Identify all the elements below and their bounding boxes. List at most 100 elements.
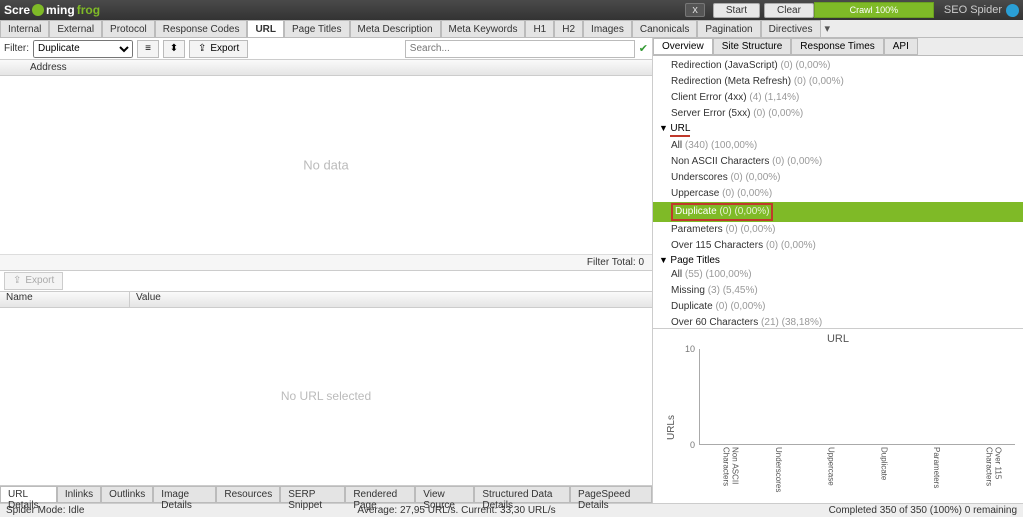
title-bar: Scremingfrog x Start Clear Crawl 100% SE…: [0, 0, 1023, 20]
tree-row[interactable]: Missing (3) (5,45%): [653, 283, 1023, 299]
tab-canonicals[interactable]: Canonicals: [632, 20, 697, 37]
detail-toolbar: ⇪Export: [0, 270, 652, 292]
tab-meta-description[interactable]: Meta Description: [350, 20, 441, 37]
bottom-tab-outlinks[interactable]: Outlinks: [101, 486, 153, 503]
chart: URLs 010Non ASCII CharactersUnderscoresU…: [683, 349, 1015, 495]
bottom-tab-view-source[interactable]: View Source: [415, 486, 474, 503]
chart-ytick: 10: [685, 344, 697, 354]
detail-body: No URL selected: [0, 308, 652, 486]
filter-label: Filter:: [4, 43, 29, 54]
filter-select[interactable]: Duplicate: [33, 40, 133, 58]
completed-status: Completed 350 of 350 (100%) 0 remaining: [829, 505, 1017, 516]
tab-directives[interactable]: Directives: [761, 20, 821, 37]
right-pane: OverviewSite StructureResponse TimesAPI …: [653, 38, 1023, 503]
tree-row[interactable]: Redirection (Meta Refresh) (0) (0,00%): [653, 74, 1023, 90]
overview-tree: Redirection (JavaScript) (0) (0,00%)Redi…: [653, 56, 1023, 328]
right-tab-overview[interactable]: Overview: [653, 38, 713, 55]
bottom-tab-url-details[interactable]: URL Details: [0, 486, 57, 503]
view-list-icon[interactable]: ≡: [137, 40, 159, 58]
tree-group-page-titles[interactable]: Page Titles: [653, 254, 1023, 267]
left-pane: Filter: Duplicate ≡ ⬍ ⇪Export ✔ Address …: [0, 38, 653, 503]
view-tree-icon[interactable]: ⬍: [163, 40, 185, 58]
spider-mode: Spider Mode: Idle: [6, 505, 84, 516]
tree-row[interactable]: Over 60 Characters (21) (38,18%): [653, 315, 1023, 328]
tab-url[interactable]: URL: [247, 20, 284, 37]
tab-external[interactable]: External: [49, 20, 102, 37]
right-tabs: OverviewSite StructureResponse TimesAPI: [653, 38, 1023, 56]
export-button[interactable]: ⇪Export: [189, 40, 248, 58]
grid-body: No data: [0, 76, 652, 254]
detail-value-header[interactable]: Value: [130, 292, 652, 307]
tab-h2[interactable]: H2: [554, 20, 583, 37]
tab-page-titles[interactable]: Page Titles: [284, 20, 349, 37]
search-input[interactable]: [405, 40, 635, 58]
tab-protocol[interactable]: Protocol: [102, 20, 155, 37]
help-icon[interactable]: [1006, 4, 1019, 17]
filter-total: Filter Total: 0: [0, 254, 652, 270]
chart-panel: URL URLs 0 10 Non ASCII Characters Undersco…: [653, 328, 1023, 503]
chart-ytick: 0: [690, 440, 697, 450]
right-tab-api[interactable]: API: [884, 38, 918, 55]
chart-xcat: Underscores: [774, 447, 783, 495]
tab-h1[interactable]: H1: [525, 20, 554, 37]
bottom-tab-structured-data-details[interactable]: Structured Data Details: [474, 486, 570, 503]
chart-axis: [699, 349, 1015, 445]
tab-meta-keywords[interactable]: Meta Keywords: [441, 20, 526, 37]
tree-row[interactable]: Redirection (JavaScript) (0) (0,00%): [653, 58, 1023, 74]
right-tab-response-times[interactable]: Response Times: [791, 38, 883, 55]
frog-icon: [32, 4, 44, 16]
chart-xcat: Parameters: [932, 447, 941, 495]
bottom-tab-inlinks[interactable]: Inlinks: [57, 486, 101, 503]
bottom-tab-serp-snippet[interactable]: SERP Snippet: [280, 486, 345, 503]
status-bar: Spider Mode: Idle Average: 27,95 URL/s. …: [0, 503, 1023, 517]
tree-row[interactable]: All (340) (100,00%): [653, 138, 1023, 154]
tree-row[interactable]: Over 115 Characters (0) (0,00%): [653, 238, 1023, 254]
tab-images[interactable]: Images: [583, 20, 632, 37]
tree-row[interactable]: Client Error (4xx) (4) (1,14%): [653, 90, 1023, 106]
chart-xcat: Uppercase: [827, 447, 836, 495]
tree-group-url[interactable]: URL: [653, 122, 1023, 138]
tree-row[interactable]: Underscores (0) (0,00%): [653, 170, 1023, 186]
check-icon[interactable]: ✔: [639, 42, 648, 55]
tab-response-codes[interactable]: Response Codes: [155, 20, 248, 37]
export-icon: ⇪: [13, 275, 21, 286]
chart-ylabel: URLs: [666, 415, 677, 440]
bottom-tab-rendered-page[interactable]: Rendered Page: [345, 486, 415, 503]
tree-row[interactable]: Server Error (5xx) (0) (0,00%): [653, 106, 1023, 122]
tree-row[interactable]: Non ASCII Characters (0) (0,00%): [653, 154, 1023, 170]
address-header[interactable]: Address: [24, 62, 652, 73]
chart-xcat: Duplicate: [879, 447, 888, 495]
filter-bar: Filter: Duplicate ≡ ⬍ ⇪Export ✔: [0, 38, 652, 60]
tree-row[interactable]: Uppercase (0) (0,00%): [653, 186, 1023, 202]
chart-xcat: Over 115 Characters: [985, 447, 1003, 495]
chart-title: URL: [657, 333, 1019, 345]
tree-row[interactable]: Duplicate (0) (0,00%): [653, 299, 1023, 315]
app-logo: Scremingfrog: [4, 3, 100, 17]
bottom-tab-resources[interactable]: Resources: [216, 486, 280, 503]
tab-pagination[interactable]: Pagination: [697, 20, 760, 37]
tab-internal[interactable]: Internal: [0, 20, 49, 37]
tabs-overflow-icon[interactable]: ▾: [821, 20, 835, 37]
close-button[interactable]: x: [685, 3, 705, 17]
right-tab-site-structure[interactable]: Site Structure: [713, 38, 792, 55]
bottom-tabs: URL DetailsInlinksOutlinksImage DetailsR…: [0, 485, 652, 503]
bottom-tab-image-details[interactable]: Image Details: [153, 486, 216, 503]
grid-header: Address: [0, 60, 652, 76]
clear-button[interactable]: Clear: [764, 3, 814, 18]
detail-name-header[interactable]: Name: [0, 292, 130, 307]
crawl-progress: Crawl 100%: [814, 2, 934, 18]
app-name: SEO Spider: [944, 4, 1002, 16]
speed-status: Average: 27,95 URL/s. Current: 33,30 URL…: [357, 505, 555, 516]
export-icon: ⇪: [198, 43, 206, 54]
no-data-label: No data: [303, 157, 349, 172]
chart-xcat: Non ASCII Characters: [721, 447, 739, 495]
start-button[interactable]: Start: [713, 3, 760, 18]
no-url-label: No URL selected: [281, 389, 371, 403]
tree-row[interactable]: All (55) (100,00%): [653, 267, 1023, 283]
export-detail-button[interactable]: ⇪Export: [4, 272, 63, 290]
bottom-tab-pagespeed-details[interactable]: PageSpeed Details: [570, 486, 652, 503]
tree-row[interactable]: Parameters (0) (0,00%): [653, 222, 1023, 238]
main-tabs: InternalExternalProtocolResponse CodesUR…: [0, 20, 1023, 38]
detail-header: Name Value: [0, 292, 652, 308]
tree-row[interactable]: Duplicate (0) (0,00%): [653, 202, 1023, 222]
